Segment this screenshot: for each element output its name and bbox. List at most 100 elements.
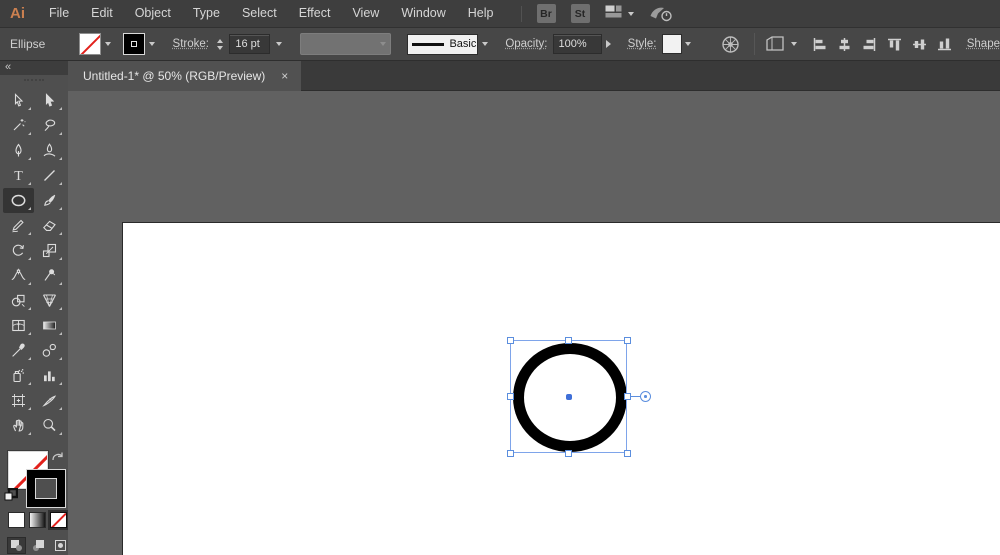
live-shape-widget[interactable] bbox=[640, 391, 651, 402]
tool-line-segment[interactable] bbox=[34, 163, 65, 188]
tool-slice[interactable] bbox=[34, 388, 65, 413]
tool-zoom[interactable] bbox=[34, 413, 65, 438]
selection-handle-bottom-center[interactable] bbox=[565, 449, 572, 457]
menu-select[interactable]: Select bbox=[231, 0, 288, 27]
stroke-weight-dropdown[interactable] bbox=[273, 33, 286, 55]
workspace-switcher[interactable] bbox=[605, 5, 634, 23]
tools-grid: T bbox=[0, 88, 68, 438]
tool-symbol-sprayer[interactable] bbox=[3, 363, 34, 388]
selection-handle-middle-left[interactable] bbox=[506, 393, 514, 400]
style-link[interactable]: Style: bbox=[628, 38, 657, 50]
control-bar: Ellipse Stroke: 16 pt Basic Opacity: 100… bbox=[0, 28, 1000, 61]
stroke-color-swatch[interactable] bbox=[122, 33, 145, 55]
selection-handle-top-center[interactable] bbox=[565, 336, 572, 344]
menu-file[interactable]: File bbox=[38, 0, 80, 27]
bridge-button[interactable]: Br bbox=[536, 4, 556, 23]
menu-window[interactable]: Window bbox=[390, 0, 456, 27]
fill-swatch-dropdown[interactable] bbox=[101, 33, 115, 55]
selection-handle-top-right[interactable] bbox=[623, 336, 631, 344]
tool-gradient[interactable] bbox=[34, 313, 65, 338]
opacity-link[interactable]: Opacity: bbox=[505, 38, 547, 50]
menu-edit[interactable]: Edit bbox=[80, 0, 124, 27]
draw-normal-icon bbox=[11, 540, 22, 551]
stroke-swatch-dropdown[interactable] bbox=[145, 33, 159, 55]
shape-center-point[interactable] bbox=[566, 394, 572, 400]
tool-ellipse[interactable] bbox=[3, 188, 34, 213]
stroke-weight-stepper[interactable] bbox=[214, 38, 226, 50]
brush-stroke-preview bbox=[412, 42, 445, 46]
align-vertical-center-button[interactable] bbox=[909, 32, 930, 56]
draw-normal-button[interactable] bbox=[7, 537, 26, 554]
panel-grip[interactable] bbox=[0, 75, 68, 84]
isolate-mode-icon bbox=[766, 36, 784, 51]
menu-type[interactable]: Type bbox=[182, 0, 231, 27]
tool-eraser[interactable] bbox=[34, 213, 65, 238]
graphic-style-swatch[interactable] bbox=[662, 34, 682, 54]
controlbar-divider bbox=[753, 33, 755, 55]
selection-handle-top-left[interactable] bbox=[506, 336, 514, 344]
drawing-mode-buttons bbox=[7, 537, 70, 554]
tool-direct-selection[interactable] bbox=[34, 88, 65, 113]
tool-puppet-warp[interactable] bbox=[34, 263, 65, 288]
tool-shaper[interactable] bbox=[3, 213, 34, 238]
stroke-color-control[interactable] bbox=[26, 469, 66, 508]
default-fill-stroke-button[interactable] bbox=[4, 487, 19, 506]
align-vertical-top-button[interactable] bbox=[884, 32, 905, 56]
align-horizontal-left-button[interactable] bbox=[809, 32, 830, 56]
collapse-panel-button[interactable]: « bbox=[5, 61, 11, 73]
selection-handle-bottom-right[interactable] bbox=[623, 449, 631, 457]
fill-color-swatch[interactable] bbox=[78, 33, 101, 55]
menu-help[interactable]: Help bbox=[457, 0, 505, 27]
tool-type[interactable]: T bbox=[3, 163, 34, 188]
swap-fill-stroke-button[interactable] bbox=[51, 450, 65, 468]
tab-close-button[interactable]: × bbox=[281, 69, 288, 83]
tool-blend[interactable] bbox=[34, 338, 65, 363]
tool-artboard[interactable] bbox=[3, 388, 34, 413]
apply-color-button[interactable] bbox=[8, 512, 25, 528]
menu-object[interactable]: Object bbox=[124, 0, 182, 27]
tool-hand[interactable] bbox=[3, 413, 34, 438]
draw-behind-button[interactable] bbox=[29, 537, 48, 554]
selection-handle-bottom-left[interactable] bbox=[506, 449, 514, 457]
brush-definition-field[interactable]: Basic bbox=[407, 33, 478, 55]
align-horizontal-right-button[interactable] bbox=[859, 32, 880, 56]
menu-items: File Edit Object Type Select Effect View Window… bbox=[38, 0, 505, 27]
apply-none-button[interactable] bbox=[50, 512, 67, 528]
document-tab[interactable]: Untitled-1* @ 50% (RGB/Preview) × bbox=[68, 61, 302, 91]
recolor-artwork-button[interactable] bbox=[719, 32, 742, 56]
tool-eyedropper[interactable] bbox=[3, 338, 34, 363]
share-publish-button[interactable] bbox=[649, 5, 672, 22]
stock-button[interactable]: St bbox=[570, 4, 590, 23]
isolate-object-button[interactable] bbox=[765, 35, 797, 53]
stroke-panel-link[interactable]: Stroke: bbox=[173, 38, 209, 50]
tool-width[interactable] bbox=[3, 263, 34, 288]
chevron-down-icon bbox=[790, 42, 797, 46]
opacity-dropdown[interactable] bbox=[602, 33, 615, 55]
tool-rotate[interactable] bbox=[3, 238, 34, 263]
canvas-area[interactable] bbox=[68, 91, 1000, 555]
tool-magic-wand[interactable] bbox=[3, 113, 34, 138]
tools-panel-header: « bbox=[0, 61, 68, 75]
context-label: Ellipse bbox=[10, 37, 46, 51]
menu-view[interactable]: View bbox=[341, 0, 390, 27]
align-vertical-bottom-button[interactable] bbox=[934, 32, 955, 56]
tool-selection[interactable] bbox=[3, 88, 34, 113]
tool-scale[interactable] bbox=[34, 238, 65, 263]
opacity-field[interactable]: 100% bbox=[552, 34, 603, 54]
shape-panel-link[interactable]: Shape bbox=[967, 38, 1000, 50]
brush-definition-dropdown[interactable] bbox=[478, 33, 491, 55]
tool-perspective-grid[interactable] bbox=[34, 288, 65, 313]
tool-shape-builder[interactable] bbox=[3, 288, 34, 313]
tool-lasso[interactable] bbox=[34, 113, 65, 138]
tool-column-graph[interactable] bbox=[34, 363, 65, 388]
stroke-weight-field[interactable]: 16 pt bbox=[229, 34, 270, 54]
align-horizontal-center-button[interactable] bbox=[834, 32, 855, 56]
document-tab-bar: Untitled-1* @ 50% (RGB/Preview) × bbox=[68, 61, 1000, 91]
tool-mesh[interactable] bbox=[3, 313, 34, 338]
menu-effect[interactable]: Effect bbox=[288, 0, 342, 27]
apply-gradient-button[interactable] bbox=[29, 512, 46, 528]
graphic-style-dropdown[interactable] bbox=[682, 33, 695, 55]
tool-pen[interactable] bbox=[3, 138, 34, 163]
tool-paintbrush[interactable] bbox=[34, 188, 65, 213]
tool-curvature[interactable] bbox=[34, 138, 65, 163]
